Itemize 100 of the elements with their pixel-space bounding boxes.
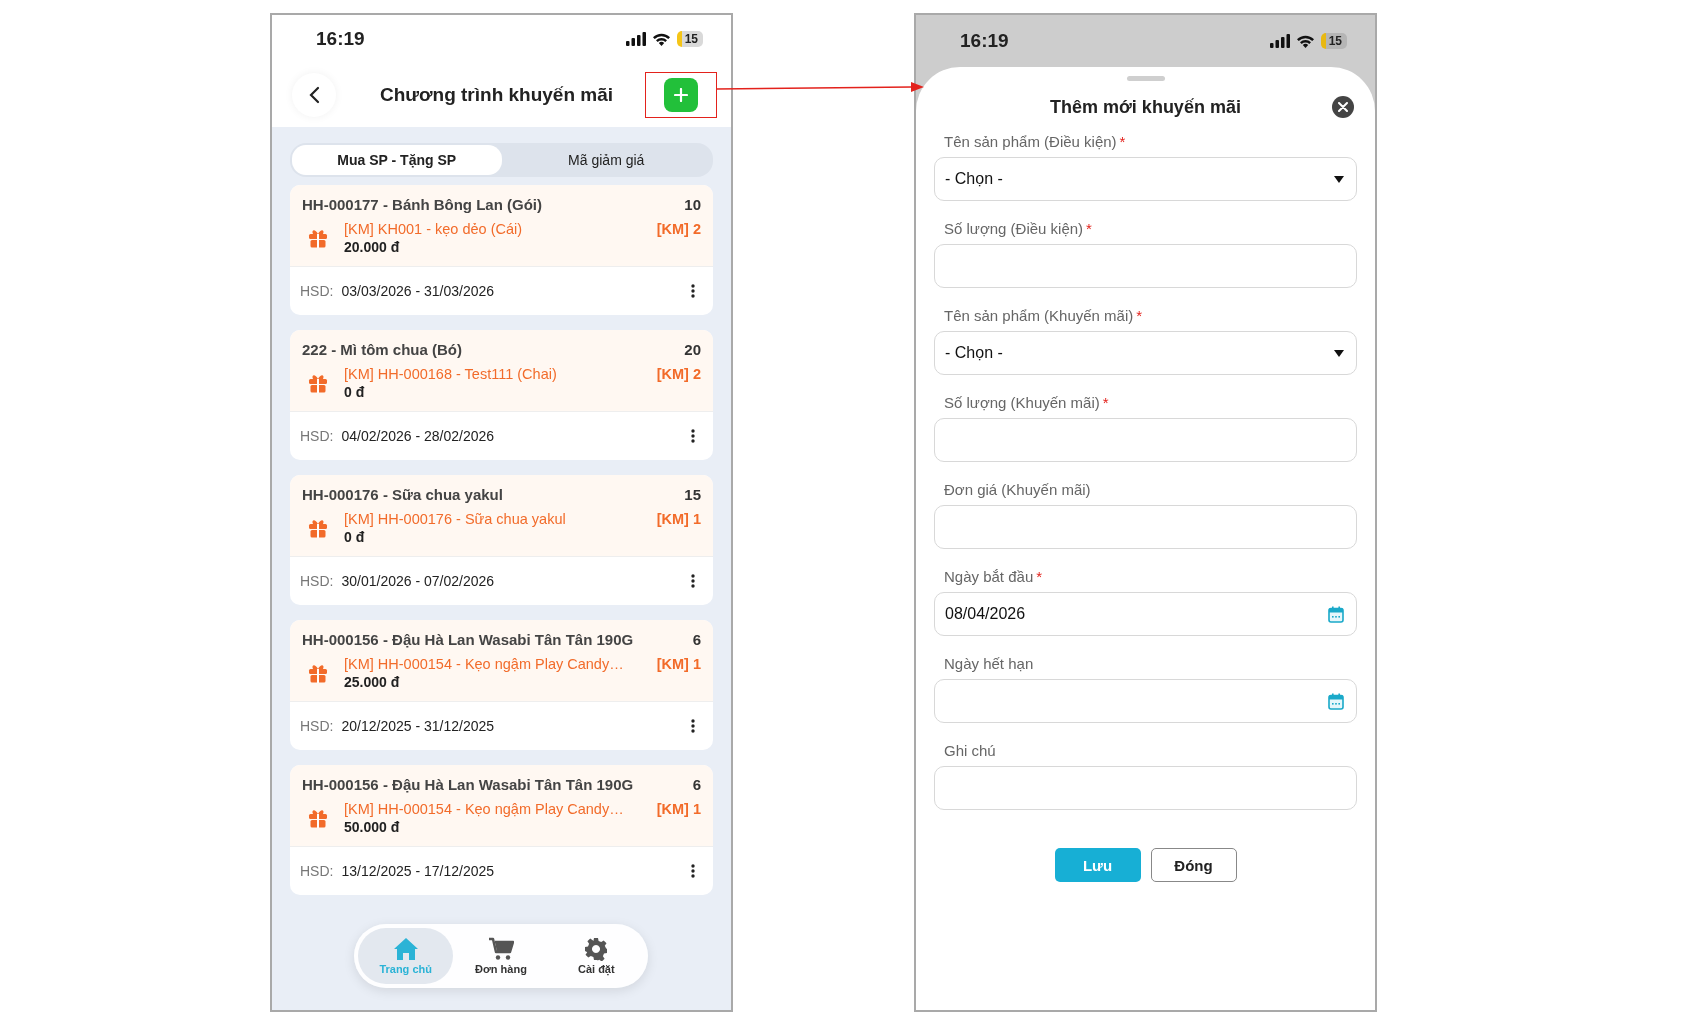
validity-label: HSD: bbox=[300, 573, 334, 589]
validity-label: HSD: bbox=[300, 863, 334, 879]
product-name: HH-000177 - Bánh Bông Lan (Gói) bbox=[302, 196, 543, 213]
gift-quantity: [KM] 1 bbox=[656, 656, 701, 672]
plus-icon bbox=[674, 88, 688, 102]
select-field[interactable]: - Chọn - bbox=[934, 157, 1357, 201]
gift-product: [KM] HH-000168 - Test111 (Chai) bbox=[344, 366, 557, 382]
field-label: Tên sản phẩm (Điều kiện) bbox=[944, 133, 1117, 150]
product-name: HH-000156 - Đậu Hà Lan Wasabi Tân Tân 190G bbox=[302, 631, 634, 648]
field-label: Tên sản phẩm (Khuyến mãi) bbox=[944, 307, 1134, 324]
gift-icon bbox=[308, 518, 328, 538]
date-field[interactable]: 08/04/2026 bbox=[934, 592, 1357, 636]
gift-quantity: [KM] 1 bbox=[656, 801, 701, 817]
field-label: Đơn giá (Khuyến mãi) bbox=[944, 481, 1091, 498]
close-icon bbox=[1338, 102, 1348, 112]
field-label: Ngày hết hạn bbox=[944, 655, 1034, 672]
validity-label: HSD: bbox=[300, 718, 334, 734]
promotion-card[interactable]: HH-000156 - Đậu Hà Lan Wasabi Tân Tân 190G 6 [KM] HH-000154 - Kẹo ngậm Play Candy… [KM] 1 50.000 đ HSD: 13/12/2025 - 17/12/2025 bbox=[290, 765, 713, 895]
select-field[interactable]: - Chọn - bbox=[934, 331, 1357, 375]
sheet-title: Thêm mới khuyến mãi bbox=[1050, 96, 1241, 118]
gear-icon bbox=[584, 937, 609, 961]
gift-quantity: [KM] 2 bbox=[656, 221, 701, 237]
close-button[interactable] bbox=[1332, 96, 1354, 118]
gift-icon bbox=[308, 373, 328, 393]
gift-product: [KM] HH-000154 - Kẹo ngậm Play Candy… bbox=[344, 801, 624, 817]
caret-icon bbox=[1334, 349, 1344, 357]
nav-item[interactable]: Đơn hàng bbox=[453, 928, 549, 984]
more-icon[interactable] bbox=[691, 284, 695, 298]
signal-icon bbox=[625, 32, 646, 46]
input-field[interactable] bbox=[934, 418, 1357, 462]
price: 50.000 đ bbox=[344, 819, 400, 835]
required-mark: * bbox=[1086, 220, 1092, 237]
product-name: HH-000176 - Sữa chua yakul bbox=[302, 486, 503, 503]
quantity: 20 bbox=[684, 341, 701, 358]
drag-handle[interactable] bbox=[1126, 76, 1165, 81]
field-label: Ngày bắt đầu bbox=[944, 568, 1034, 585]
quantity: 10 bbox=[684, 196, 701, 213]
date-field[interactable] bbox=[934, 679, 1357, 723]
gift-icon bbox=[308, 808, 328, 828]
required-mark: * bbox=[1036, 568, 1043, 585]
promotion-card[interactable]: HH-000156 - Đậu Hà Lan Wasabi Tân Tân 190G 6 [KM] HH-000154 - Kẹo ngậm Play Candy… [KM] 1 25.000 đ HSD: 20/12/2025 - 31/12/2025 bbox=[290, 620, 713, 750]
gift-icon bbox=[308, 663, 328, 683]
input-field[interactable] bbox=[934, 244, 1357, 288]
screen-title: Chương trình khuyến mãi bbox=[378, 84, 615, 106]
field-label: Ghi chú bbox=[944, 742, 996, 759]
battery-indicator: 15 bbox=[676, 31, 703, 47]
wifi-icon bbox=[651, 32, 671, 46]
gift-product: [KM] HH-000176 - Sữa chua yakul bbox=[344, 511, 566, 527]
required-mark: * bbox=[1102, 394, 1109, 411]
cart-icon bbox=[488, 937, 514, 961]
promotion-card[interactable]: 222 - Mì tôm chua (Bó) 20 [KM] HH-000168 - Test111 (Chai) [KM] 2 0 đ HSD: 04/02/2026 - 28/02/2026 bbox=[290, 330, 713, 460]
field-label: Số lượng (Khuyến mãi) bbox=[944, 394, 1100, 411]
validity-dates: 03/03/2026 - 31/03/2026 bbox=[341, 283, 496, 299]
gift-quantity: [KM] 2 bbox=[656, 366, 701, 382]
home-icon bbox=[392, 937, 419, 961]
back-icon bbox=[308, 86, 320, 104]
wifi-icon bbox=[1295, 34, 1315, 48]
gift-product: [KM] HH-000154 - Kẹo ngậm Play Candy… bbox=[344, 656, 624, 672]
price: 0 đ bbox=[344, 384, 365, 400]
gift-icon bbox=[308, 228, 328, 248]
required-mark: * bbox=[1136, 307, 1143, 324]
quantity: 15 bbox=[684, 486, 701, 503]
promotion-card[interactable]: HH-000176 - Sữa chua yakul 15 [KM] HH-000176 - Sữa chua yakul [KM] 1 0 đ HSD: 30/01/2026 - 07/02/2026 bbox=[290, 475, 713, 605]
promotion-card[interactable]: HH-000177 - Bánh Bông Lan (Gói) 10 [KM] KH001 - kẹo dẻo (Cái) [KM] 2 20.000 đ HSD: 03/03/2026 - 31/03/2026 bbox=[290, 185, 713, 315]
quantity: 6 bbox=[692, 776, 701, 793]
tab[interactable]: Mua SP - Tặng SP bbox=[292, 145, 502, 175]
calendar-icon[interactable] bbox=[1328, 692, 1344, 710]
price: 0 đ bbox=[344, 529, 365, 545]
close-button[interactable]: Đóng bbox=[1150, 848, 1237, 882]
price: 20.000 đ bbox=[344, 239, 400, 255]
input-field[interactable] bbox=[934, 766, 1357, 810]
more-icon[interactable] bbox=[691, 574, 695, 588]
caret-icon bbox=[1334, 175, 1344, 183]
signal-icon bbox=[1269, 34, 1290, 48]
required-mark: * bbox=[1119, 133, 1126, 150]
gift-quantity: [KM] 1 bbox=[656, 511, 701, 527]
validity-dates: 20/12/2025 - 31/12/2025 bbox=[341, 718, 496, 734]
quantity: 6 bbox=[692, 631, 701, 648]
tab[interactable]: Mã giảm giá bbox=[501, 145, 711, 175]
battery-indicator: 15 bbox=[1320, 33, 1347, 49]
status-time: 16:19 bbox=[316, 28, 365, 50]
more-icon[interactable] bbox=[691, 864, 695, 878]
status-time: 16:19 bbox=[960, 30, 1009, 52]
input-field[interactable] bbox=[934, 505, 1357, 549]
validity-label: HSD: bbox=[300, 428, 334, 444]
price: 25.000 đ bbox=[344, 674, 400, 690]
nav-item[interactable]: Cài đặt bbox=[548, 928, 644, 984]
product-name: 222 - Mì tôm chua (Bó) bbox=[302, 341, 462, 358]
add-button[interactable] bbox=[664, 78, 698, 112]
gift-product: [KM] KH001 - kẹo dẻo (Cái) bbox=[344, 221, 523, 237]
more-icon[interactable] bbox=[691, 719, 695, 733]
validity-dates: 30/01/2026 - 07/02/2026 bbox=[341, 573, 496, 589]
field-label: Số lượng (Điều kiện) bbox=[944, 220, 1084, 237]
product-name: HH-000156 - Đậu Hà Lan Wasabi Tân Tân 190G bbox=[302, 776, 634, 793]
validity-dates: 04/02/2026 - 28/02/2026 bbox=[341, 428, 496, 444]
more-icon[interactable] bbox=[691, 429, 695, 443]
validity-label: HSD: bbox=[300, 283, 334, 299]
calendar-icon[interactable] bbox=[1328, 605, 1344, 623]
highlight-frame bbox=[645, 72, 717, 118]
back-button[interactable] bbox=[292, 73, 336, 117]
